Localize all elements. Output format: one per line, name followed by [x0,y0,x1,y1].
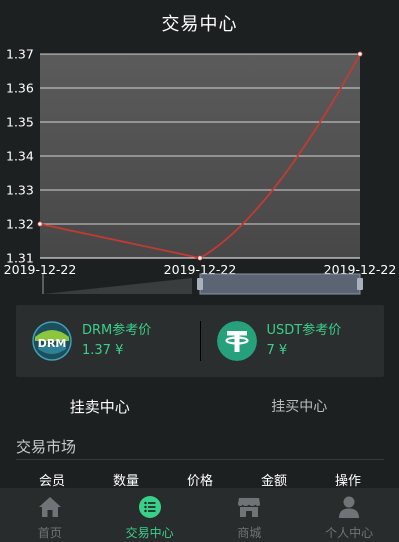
y-tick-label: 1.36 [6,81,34,96]
user-icon [336,494,362,520]
y-tick-label: 1.32 [6,217,34,232]
zoom-slider-shadow [43,278,192,294]
x-tick-label: 2019-12-22 [4,262,77,277]
market-title: 交易市场 [16,438,77,456]
nav-label-trade-center: 交易中心 [125,526,174,540]
order-tabs: 挂卖中心 挂买中心 [0,390,399,422]
reference-price-card: DRM DRM参考价 1.37 ¥ USDT参考价 7 ¥ [16,305,384,377]
chart-data-point [357,51,363,57]
page-header: 交易中心 [0,0,399,46]
y-tick-label: 1.33 [6,183,34,198]
drm-price-item: DRM DRM参考价 1.37 ¥ [16,305,200,377]
home-icon [37,494,63,520]
nav-item-trade-center[interactable]: 交易中心 [100,488,200,542]
nav-label-home: 首页 [37,526,62,540]
y-tick-label: 1.34 [6,149,34,164]
page-title: 交易中心 [161,14,238,35]
nav-item-profile[interactable]: 个人中心 [299,488,399,542]
drm-price-label: DRM参考价 [82,323,152,338]
zoom-slider-window [199,273,361,295]
drm-price-text: DRM参考价 1.37 ¥ [82,321,151,361]
column-header-member: 会员 [38,474,66,489]
market-divider [16,459,384,460]
list-icon [137,494,163,520]
shop-icon [236,494,262,520]
column-header-quantity: 数量 [112,474,140,489]
zoom-slider-handle-right [357,278,363,290]
column-header-amount: 金额 [260,474,288,489]
market-table-header: 会员 数量 价格 金额 操作 [0,470,399,489]
usdt-price-value: 7 ¥ [266,343,288,358]
chart-data-point [197,255,203,261]
nav-label-profile: 个人中心 [325,526,374,540]
price-chart: 1.37 1.36 1.35 1.34 1.33 1.32 1.31 2019-12-22 20… [0,46,399,296]
chart-data-point [37,221,43,227]
bottom-nav: 首页 交易中心 商城 个人中心 [0,488,399,542]
column-header-price: 价格 [186,474,214,489]
svg-text:DRM: DRM [38,337,67,350]
price-chart-svg: 1.371.361.351.341.331.321.312019-12-22 20… [4,47,396,295]
nav-label-shop: 商城 [237,526,262,540]
usdt-price-text: USDT参考价 7 ¥ [267,321,342,361]
app-root: 交易中心 1.37 1.36 1.35 1.34 1.33 1.32 1.31 2019-12… [0,0,399,542]
y-tick-label: 1.35 [6,115,34,130]
nav-item-home[interactable]: 首页 [0,488,100,542]
drm-logo-icon: DRM [32,321,72,361]
column-header-action: 操作 [334,474,362,489]
tether-logo-icon [216,321,257,361]
drm-price-value: 1.37 ¥ [82,343,124,358]
zoom-slider-handle-left [197,278,203,290]
tab-buy-center[interactable]: 挂买中心 [200,390,399,422]
tab-sell-center[interactable]: 挂卖中心 [0,390,200,422]
usdt-price-label: USDT参考价 [266,323,342,338]
nav-item-shop[interactable]: 商城 [200,488,300,542]
usdt-price-item: USDT参考价 7 ¥ [201,305,385,377]
y-tick-label: 1.37 [6,47,34,62]
